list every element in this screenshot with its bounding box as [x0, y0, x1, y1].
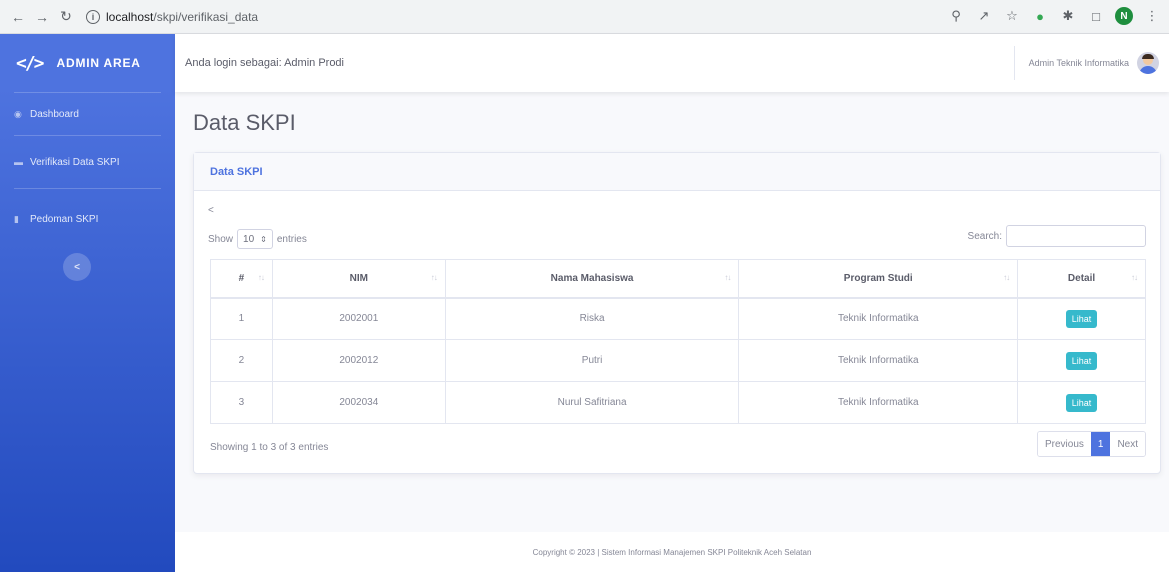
sidebar-item-pedoman[interactable]: ▮ Pedoman SKPI	[0, 189, 175, 249]
login-status-text: Anda login sebagai: Admin Prodi	[185, 57, 344, 69]
sort-icon: ↑↓	[257, 273, 265, 282]
browser-toolbar: ← → ↻ i localhost/skpi/verifikasi_data ⚲…	[0, 0, 1169, 34]
lihat-button[interactable]: Lihat	[1065, 351, 1098, 370]
address-bar[interactable]: localhost/skpi/verifikasi_data	[106, 10, 258, 24]
url-path: /skpi/verifikasi_data	[153, 9, 259, 24]
select-arrows-icon: ⇕	[260, 234, 267, 244]
sort-icon: ↑↓	[724, 273, 731, 282]
user-avatar[interactable]	[1137, 52, 1159, 74]
column-header-nama[interactable]: Nama Mahasiswa ↑↓	[444, 259, 740, 299]
profile-avatar[interactable]: N	[1115, 7, 1133, 25]
table-row: 2 2002012 Putri Teknik Informatika Lihat	[210, 339, 1146, 382]
menu-kebab-icon[interactable]: ⋮	[1143, 7, 1161, 25]
code-icon: </>	[16, 52, 44, 74]
sidebar-toggle-button[interactable]: <	[63, 253, 91, 281]
topbar: Anda login sebagai: Admin Prodi Admin Te…	[175, 34, 1169, 92]
reload-icon[interactable]: ↻	[56, 7, 76, 27]
scroll-left-arrow[interactable]: <	[208, 205, 214, 216]
cell-detail: Lihat	[1017, 339, 1146, 382]
chevron-left-icon: <	[74, 261, 80, 273]
topbar-divider	[1013, 46, 1015, 80]
side-panel-icon[interactable]: □	[1087, 7, 1105, 25]
user-name: Admin Teknik Informatika	[1028, 58, 1129, 68]
sort-icon: ↑↓	[1003, 273, 1010, 282]
cell-prodi: Teknik Informatika	[738, 381, 1019, 424]
table-row: 1 2002001 Riska Teknik Informatika Lihat	[210, 297, 1146, 340]
back-arrow-icon[interactable]: ←	[8, 7, 28, 27]
cell-nim: 2002001	[271, 297, 446, 340]
search-label: Search:	[967, 230, 1002, 242]
data-card: Data SKPI < Show 10 ⇕ entries Search: # ↑…	[193, 152, 1161, 474]
puzzle-icon[interactable]: ✱	[1059, 7, 1077, 25]
pagination: Previous 1 Next	[1036, 431, 1146, 457]
user-dropdown[interactable]: Admin Teknik Informatika	[1013, 34, 1159, 92]
cell-nim: 2002034	[271, 381, 446, 424]
cell-nama: Nurul Safitriana	[444, 381, 740, 424]
pagination-previous[interactable]: Previous	[1037, 432, 1091, 456]
sidebar: </> ADMIN AREA ◉ Dashboard ▬ Verifikasi …	[0, 34, 175, 572]
column-header-no[interactable]: # ↑↓	[210, 259, 273, 299]
page-title: Data SKPI	[193, 110, 296, 135]
url-host: localhost	[106, 9, 154, 24]
dashboard-icon: ◉	[14, 108, 22, 119]
brand-text: ADMIN AREA	[56, 56, 141, 70]
column-header-nim[interactable]: NIM ↑↓	[271, 259, 446, 299]
entries-label: entries	[276, 233, 307, 245]
sidebar-item-dashboard[interactable]: ◉ Dashboard	[0, 93, 175, 135]
entries-length-control: Show 10 ⇕ entries	[208, 229, 307, 249]
cell-no: 2	[210, 339, 273, 382]
cell-prodi: Teknik Informatika	[738, 339, 1019, 382]
avatar-hair	[1142, 54, 1154, 59]
forward-arrow-icon[interactable]: →	[32, 7, 52, 27]
sidebar-item-label: Dashboard	[30, 108, 79, 120]
table-info: Showing 1 to 3 of 3 entries	[210, 442, 329, 453]
site-info-icon[interactable]: i	[86, 9, 100, 24]
folder-icon: ▬	[14, 157, 23, 167]
sort-icon: ↑↓	[430, 273, 438, 282]
cell-no: 1	[210, 297, 273, 340]
sort-icon: ↑↓	[1131, 273, 1138, 282]
table-search: Search:	[968, 225, 1146, 247]
footer: Copyright © 2023 | Sistem Informasi Mana…	[175, 532, 1169, 572]
column-header-prodi[interactable]: Program Studi ↑↓	[738, 259, 1019, 299]
bookmark-star-icon[interactable]: ☆	[1003, 7, 1021, 25]
cell-nim: 2002012	[271, 339, 446, 382]
search-input[interactable]	[1006, 225, 1146, 247]
file-icon: ▮	[14, 213, 19, 224]
sidebar-item-label: Pedoman SKPI	[30, 213, 99, 225]
cell-detail: Lihat	[1017, 381, 1146, 424]
cell-prodi: Teknik Informatika	[738, 297, 1019, 340]
entries-value: 10	[243, 233, 255, 245]
sidebar-item-verifikasi[interactable]: ▬ Verifikasi Data SKPI	[0, 136, 175, 188]
pagination-next[interactable]: Next	[1110, 432, 1145, 456]
lihat-button[interactable]: Lihat	[1065, 393, 1098, 412]
browser-actions: ⚲ ↗ ☆ ● ✱ □ N ⋮	[947, 7, 1161, 25]
entries-select[interactable]: 10 ⇕	[237, 229, 273, 249]
share-icon[interactable]: ↗	[975, 7, 993, 25]
sidebar-brand[interactable]: </> ADMIN AREA	[0, 34, 175, 92]
avatar-body	[1139, 66, 1157, 74]
cell-nama: Putri	[444, 339, 740, 382]
skpi-table: # ↑↓ NIM ↑↓ Nama Mahasiswa ↑↓ Program Studi…	[210, 259, 1146, 424]
cell-nama: Riska	[444, 297, 740, 340]
pagination-page-1[interactable]: 1	[1090, 432, 1111, 456]
lihat-button[interactable]: Lihat	[1065, 309, 1098, 328]
table-header-row: # ↑↓ NIM ↑↓ Nama Mahasiswa ↑↓ Program Studi…	[210, 259, 1146, 299]
card-title: Data SKPI	[210, 165, 263, 178]
extension-icon[interactable]: ●	[1031, 7, 1049, 25]
cell-no: 3	[210, 381, 273, 424]
column-header-detail[interactable]: Detail ↑↓	[1017, 259, 1146, 299]
zoom-icon[interactable]: ⚲	[947, 7, 965, 25]
card-header: Data SKPI	[194, 153, 1160, 191]
cell-detail: Lihat	[1017, 297, 1146, 340]
show-label: Show	[208, 233, 234, 245]
copyright-text: Copyright © 2023 | Sistem Informasi Mana…	[532, 547, 812, 557]
table-row: 3 2002034 Nurul Safitriana Teknik Inform…	[210, 381, 1146, 424]
sidebar-item-label: Verifikasi Data SKPI	[30, 156, 120, 168]
